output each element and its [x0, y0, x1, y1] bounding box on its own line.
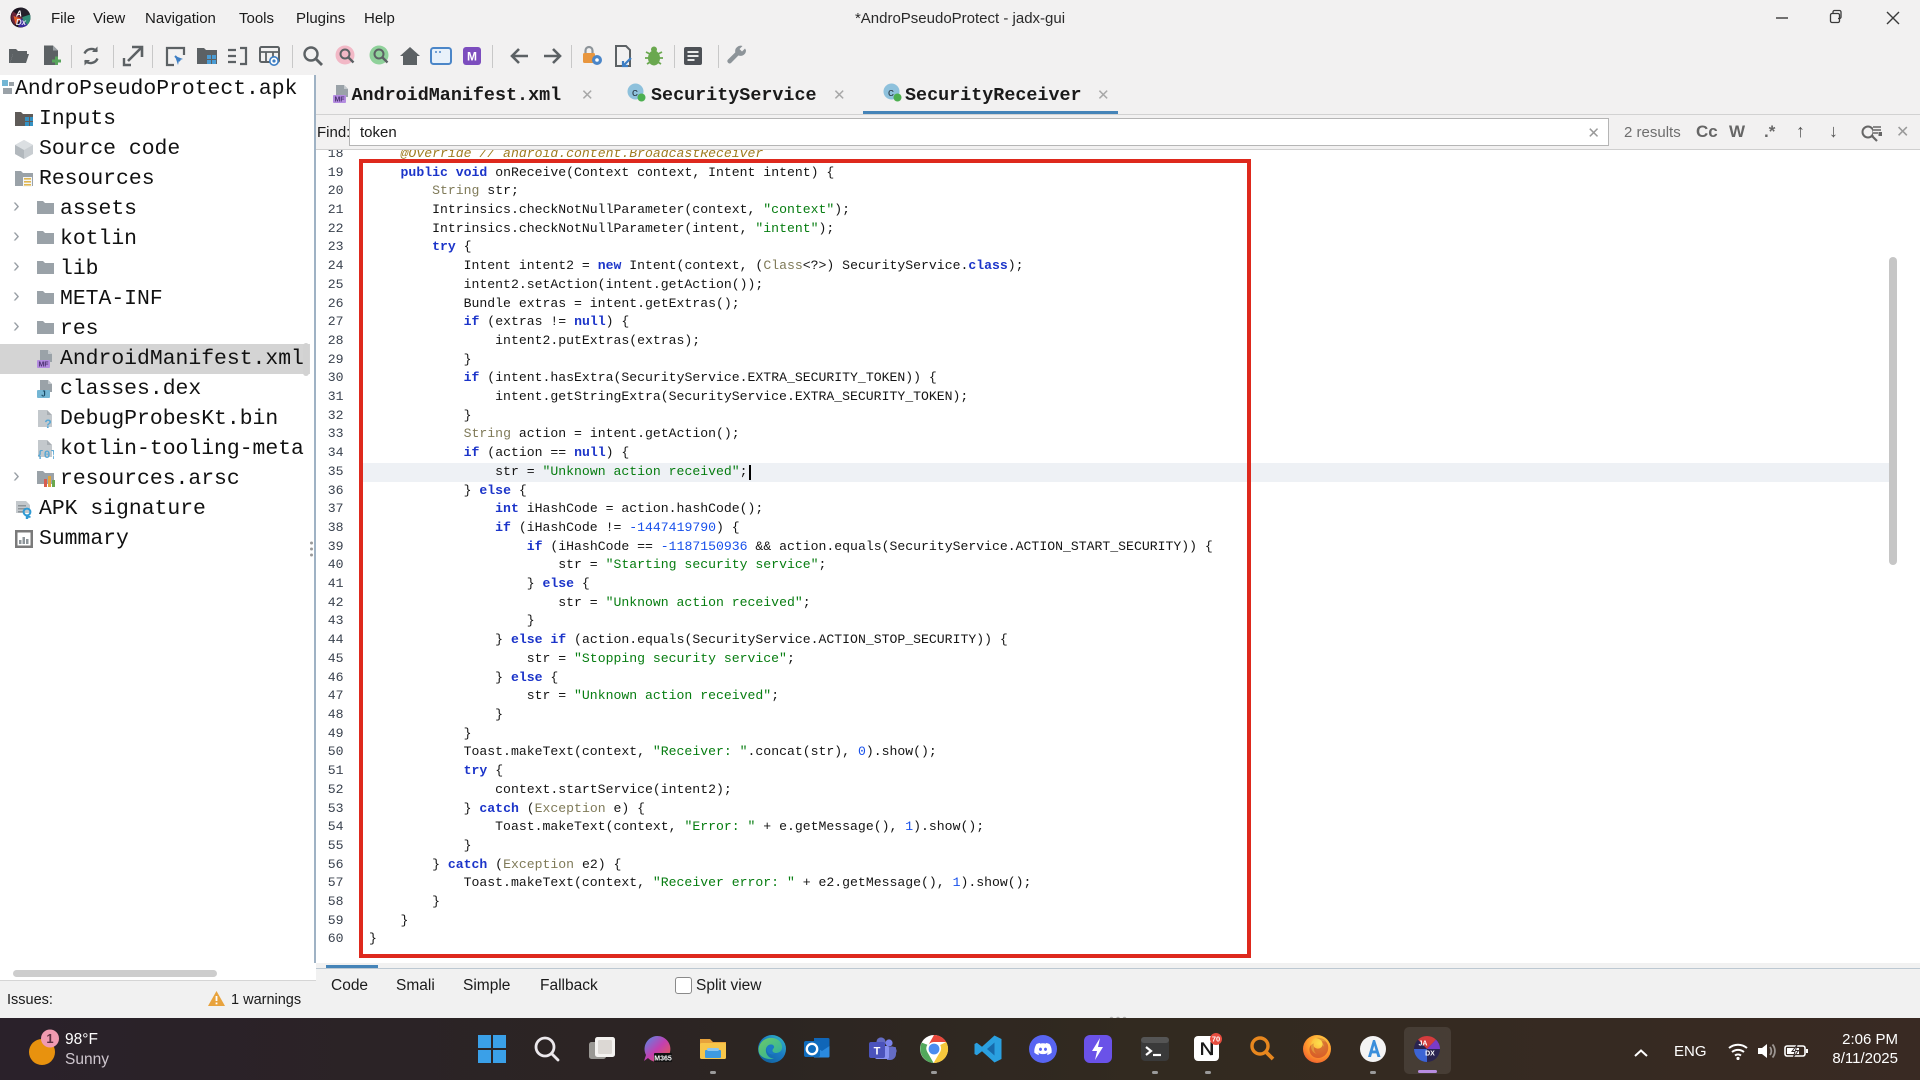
svg-text:J: J — [41, 390, 45, 399]
svg-text:70: 70 — [1212, 1035, 1220, 1044]
svg-text:M365: M365 — [654, 1056, 672, 1063]
svg-text:1: 1 — [46, 1031, 53, 1046]
svg-text:MF: MF — [38, 362, 49, 369]
svg-text:{0}: {0} — [37, 450, 54, 459]
svg-text:?: ? — [44, 417, 51, 429]
svg-text:T: T — [874, 1046, 881, 1058]
svg-text:DX: DX — [1425, 1051, 1435, 1058]
svg-text:c: c — [632, 88, 639, 100]
svg-text:M: M — [467, 50, 477, 64]
svg-text:MF: MF — [334, 97, 345, 104]
svg-text:c: c — [888, 88, 895, 100]
svg-text:JA: JA — [1419, 1041, 1428, 1048]
